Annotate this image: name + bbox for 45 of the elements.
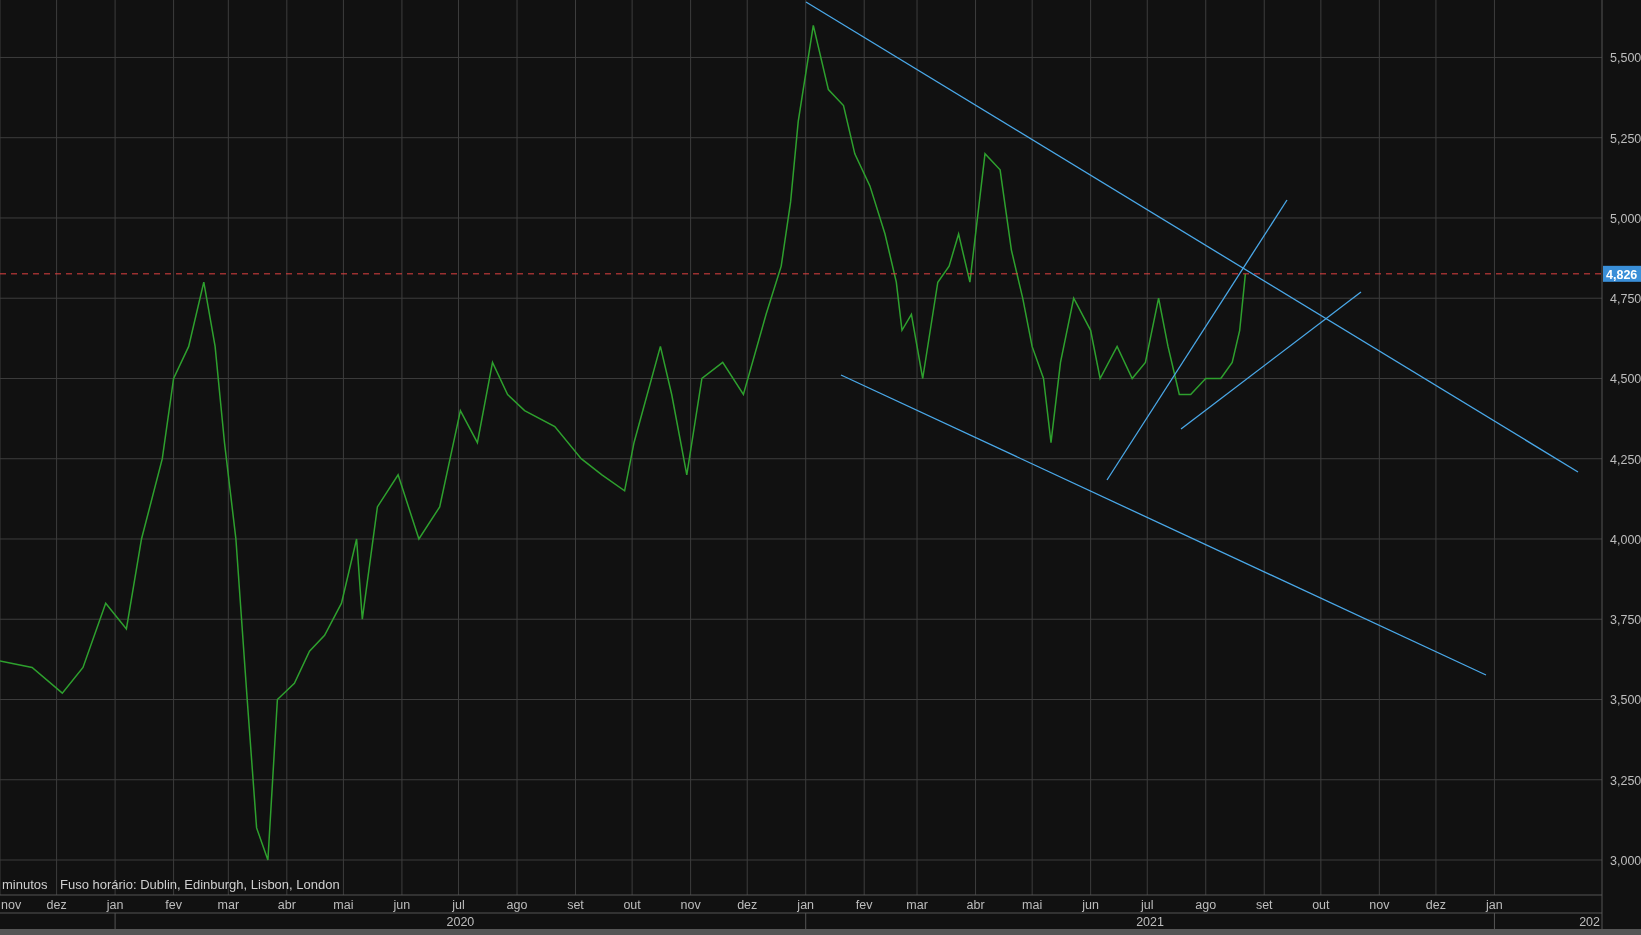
axis-label: 4,750 [1610, 292, 1641, 307]
axis-label: 3,000 [1610, 854, 1641, 868]
month-label: dez [46, 898, 67, 912]
axis-label: 3,750 [1610, 613, 1641, 628]
axis-label: 4,000 [1610, 533, 1641, 547]
month-label: set [567, 898, 584, 912]
month-label: jul [1141, 898, 1154, 912]
year-label: 202 [1579, 915, 1600, 929]
month-label: fev [855, 898, 873, 912]
axis-label: 5,500 [1610, 51, 1641, 66]
timeframe-label: minutos [2, 877, 48, 892]
axis-label: 4,500 [1610, 372, 1641, 387]
month-label: jan [797, 898, 815, 912]
month-label: abr [966, 898, 985, 912]
axis-label: 5,000 [1610, 211, 1641, 226]
month-label: out [623, 898, 641, 912]
axis-label: 5,250 [1610, 131, 1641, 146]
axis-label: 3,250 [1610, 773, 1641, 788]
year-label: 2021 [1136, 915, 1164, 929]
month-label: jul [452, 898, 465, 912]
month-label: mar [906, 898, 928, 912]
month-label: nov [680, 898, 701, 912]
month-label: jan [1486, 898, 1503, 912]
month-label: jun [1082, 898, 1099, 912]
month-label: dez [737, 898, 758, 912]
month-label: jan [106, 898, 124, 912]
month-label: jun [393, 898, 411, 912]
month-label: fev [165, 898, 182, 912]
timezone-label: Fuso horário: Dublin, Edinburgh, Lisbon, London [60, 877, 340, 892]
month-label: set [1255, 898, 1273, 912]
month-label: abr [277, 898, 296, 912]
month-label: dez [1425, 898, 1447, 912]
month-label: nov [1369, 898, 1390, 912]
month-label: ago [1195, 898, 1217, 912]
month-label: mar [217, 898, 240, 912]
year-label: 2020 [446, 915, 475, 929]
month-label: ago [506, 898, 528, 912]
price-badge: 4,826 [1603, 265, 1641, 282]
month-label: mai [1022, 898, 1043, 912]
axis-label: 3,500 [1610, 693, 1641, 708]
scrollbar[interactable] [0, 929, 1641, 935]
month-label: out [1312, 898, 1330, 912]
month-label: mai [333, 898, 354, 912]
month-label: nov [1, 898, 22, 912]
axis-label: 4,250 [1610, 452, 1641, 467]
